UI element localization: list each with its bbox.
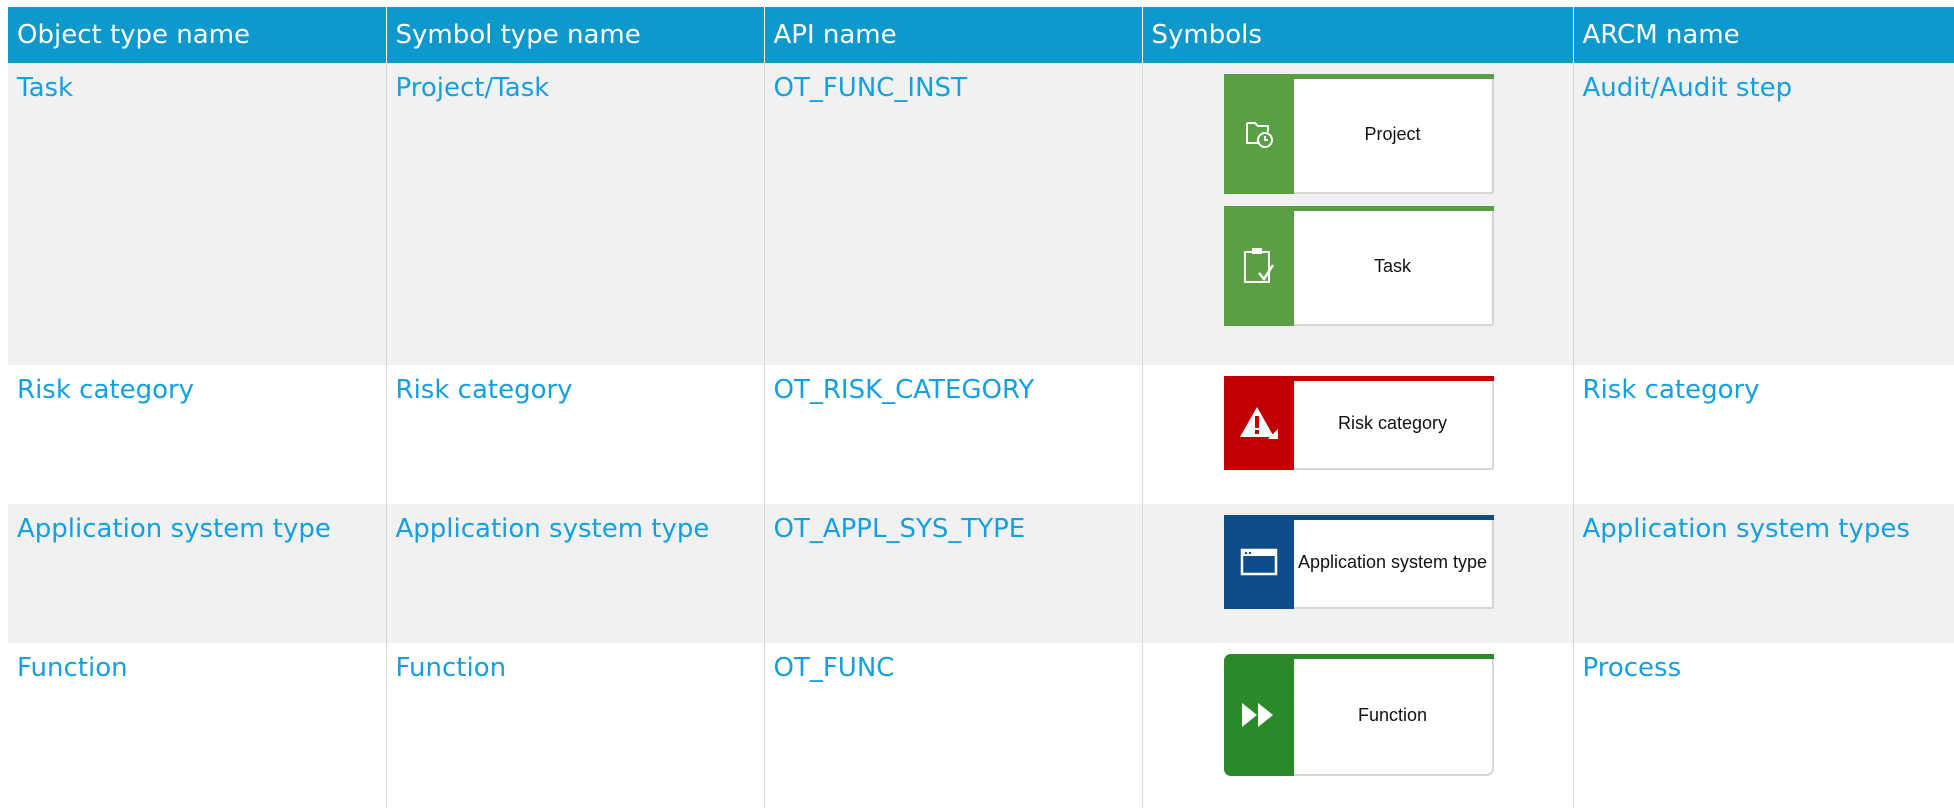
symbols-cell: Risk category bbox=[1141, 365, 1573, 504]
object-types-table: Object type name Symbol type name API na… bbox=[8, 7, 1954, 808]
table-row: Function Function OT_FUNC Function Proce… bbox=[8, 643, 1954, 808]
window-icon bbox=[1226, 517, 1292, 607]
api-name-link[interactable]: OT_RISK_CATEGORY bbox=[763, 365, 1142, 504]
header-symbols: Symbols bbox=[1141, 7, 1573, 63]
risk-category-symbol: Risk category bbox=[1223, 376, 1494, 470]
symbol-type-link[interactable]: Risk category bbox=[385, 365, 764, 504]
api-name-link[interactable]: OT_APPL_SYS_TYPE bbox=[763, 504, 1142, 643]
fast-forward-icon bbox=[1226, 656, 1292, 774]
table-row: Task Project/Task OT_FUNC_INST Project T… bbox=[8, 63, 1954, 365]
arcm-name-link[interactable]: Application system types bbox=[1572, 504, 1954, 643]
header-api-name: API name bbox=[763, 7, 1142, 63]
function-symbol: Function bbox=[1223, 654, 1494, 776]
arcm-name-link[interactable]: Process bbox=[1572, 643, 1954, 808]
api-name-link[interactable]: OT_FUNC_INST bbox=[763, 63, 1142, 365]
symbol-label: Project bbox=[1364, 124, 1421, 144]
application-system-type-symbol: Application system type bbox=[1223, 515, 1494, 609]
symbol-label: Application system type bbox=[1297, 552, 1488, 572]
symbol-label: Function bbox=[1357, 705, 1428, 725]
symbols-cell: Project Task bbox=[1141, 63, 1573, 365]
clipboard-check-icon bbox=[1226, 208, 1292, 324]
table-row: Application system type Application syst… bbox=[8, 504, 1954, 643]
object-type-link[interactable]: Function bbox=[8, 643, 386, 808]
object-type-link[interactable]: Risk category bbox=[8, 365, 386, 504]
api-name-link[interactable]: OT_FUNC bbox=[763, 643, 1142, 808]
symbol-type-link[interactable]: Function bbox=[385, 643, 764, 808]
warning-icon bbox=[1226, 378, 1292, 468]
arcm-name-link[interactable]: Audit/Audit step bbox=[1572, 63, 1954, 365]
task-symbol: Task bbox=[1223, 206, 1494, 326]
symbols-cell: Application system type bbox=[1141, 504, 1573, 643]
object-type-link[interactable]: Task bbox=[8, 63, 386, 365]
symbols-cell: Function bbox=[1141, 643, 1573, 808]
symbol-type-link[interactable]: Application system type bbox=[385, 504, 764, 643]
table-row: Risk category Risk category OT_RISK_CATE… bbox=[8, 365, 1954, 504]
header-symbol-type-name: Symbol type name bbox=[385, 7, 764, 63]
header-arcm-name: ARCM name bbox=[1572, 7, 1954, 63]
arcm-name-link[interactable]: Risk category bbox=[1572, 365, 1954, 504]
project-symbol: Project bbox=[1223, 74, 1494, 194]
symbol-type-link[interactable]: Project/Task bbox=[385, 63, 764, 365]
table-header-row: Object type name Symbol type name API na… bbox=[8, 7, 1954, 63]
symbol-label: Task bbox=[1373, 256, 1411, 276]
object-type-link[interactable]: Application system type bbox=[8, 504, 386, 643]
project-clock-icon bbox=[1226, 76, 1292, 192]
header-object-type-name: Object type name bbox=[8, 7, 386, 63]
symbol-label: Risk category bbox=[1337, 413, 1448, 433]
